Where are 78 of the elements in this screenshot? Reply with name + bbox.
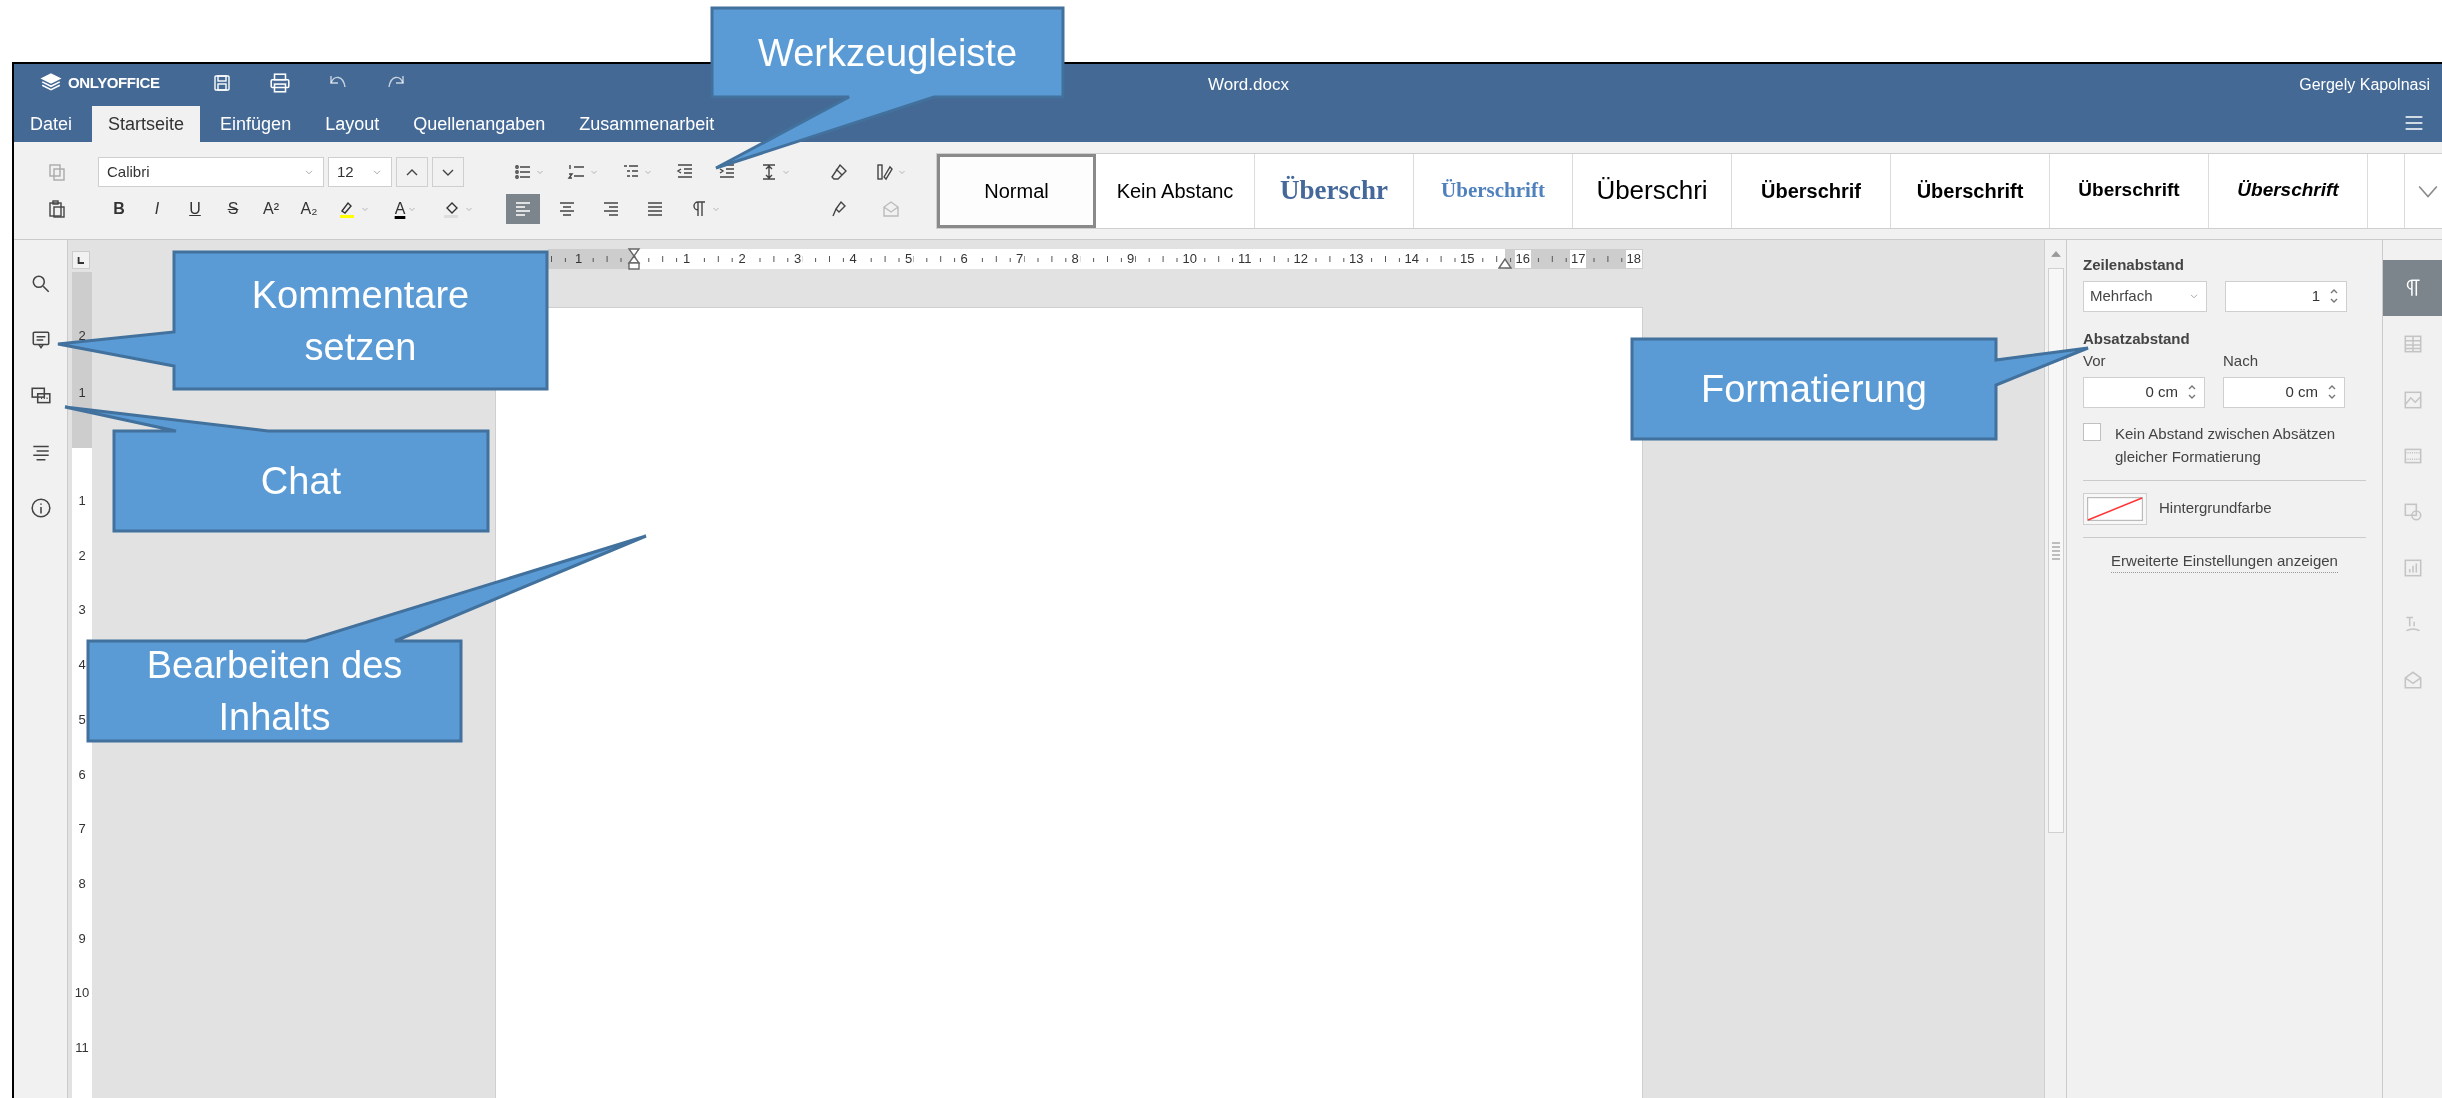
menu-tab[interactable]: Quellenangaben xyxy=(399,106,560,142)
ruler-number: 1 xyxy=(77,385,87,401)
tab-stop-icon xyxy=(75,254,87,266)
scrollbar-thumb[interactable] xyxy=(2047,268,2064,833)
font-size-field[interactable]: 12 xyxy=(328,157,392,187)
ruler-number: 4 xyxy=(77,657,87,674)
ruler-number: 7 xyxy=(77,821,87,838)
justify-icon xyxy=(645,199,665,219)
format-button[interactable]: I xyxy=(140,194,174,224)
format-button[interactable]: U xyxy=(178,194,212,224)
align-center-icon xyxy=(557,199,577,219)
save-icon xyxy=(211,73,232,93)
ruler-number: 2 xyxy=(77,547,87,564)
align-left-icon xyxy=(513,199,533,219)
ruler-number: 2 xyxy=(77,328,87,344)
callout-label: Bearbeiten des Inhalts xyxy=(145,643,404,740)
field-label: Vor xyxy=(2083,351,2107,371)
line-spacing-dropdown[interactable]: Mehrfach xyxy=(2083,280,2207,312)
grip-icon xyxy=(2050,540,2061,561)
paste-icon xyxy=(47,199,67,219)
advanced-settings-link[interactable]: Erweiterte Einstellungen anzeigen xyxy=(2111,549,2338,573)
menu-tab[interactable]: Einfügen xyxy=(206,106,306,142)
section-heading: Absatzabstand xyxy=(2083,328,2191,349)
align-right-icon xyxy=(601,199,621,219)
checkbox-label: Kein Abstand zwischen Absätzen gleicher Formatierung xyxy=(2115,423,2337,467)
menu-tab[interactable]: Layout xyxy=(311,106,394,142)
indent-marker-icon[interactable] xyxy=(1498,257,1512,269)
style-preset[interactable]: Normal xyxy=(937,153,1096,228)
callout-label: Chat xyxy=(260,459,342,504)
menu-tab[interactable]: Startseite xyxy=(92,106,201,142)
copy-icon xyxy=(47,162,67,182)
font-name-field[interactable]: Calibri xyxy=(98,157,324,187)
ruler-number: 16 xyxy=(1514,250,1531,268)
callout-label: Werkzeugleiste xyxy=(757,30,1018,76)
decrease-size-button[interactable] xyxy=(432,157,464,187)
info-icon xyxy=(29,497,52,519)
font-color-button[interactable]: A xyxy=(382,194,430,224)
increase-size-button[interactable] xyxy=(396,157,428,187)
no-color-swatch-icon xyxy=(2087,496,2143,521)
settings-tab[interactable] xyxy=(2383,260,2442,316)
align-button[interactable] xyxy=(506,194,540,224)
section-heading: Zeilenabstand xyxy=(2083,255,2185,275)
ruler-number: 3 xyxy=(77,602,87,619)
tab-stop-button[interactable] xyxy=(72,251,90,269)
eraser-icon xyxy=(829,162,849,182)
ruler-number: 8 xyxy=(77,875,87,892)
document-title: Word.docx xyxy=(1208,74,1289,96)
callout-label: Formatierung xyxy=(1701,367,1927,412)
print-icon xyxy=(268,72,291,94)
field-label: Nach xyxy=(2223,351,2260,371)
field-label: Hintergrundfarbe xyxy=(2159,498,2272,519)
callout-label: Kommentare setzen xyxy=(250,272,471,370)
spacing-before-field[interactable]: 0 cm xyxy=(2083,376,2205,408)
user-name: Gergely Kapolnasi xyxy=(2299,75,2430,95)
format-button[interactable]: A² xyxy=(254,194,288,224)
format-button[interactable]: B xyxy=(102,194,136,224)
ruler-number: 5 xyxy=(77,711,87,728)
menu-tab[interactable]: Zusammenarbeit xyxy=(565,106,729,142)
ruler-number: 6 xyxy=(77,766,87,783)
format-button[interactable]: A₂ xyxy=(292,194,326,224)
color-picker-button[interactable] xyxy=(2083,492,2147,525)
indent-marker-icon[interactable] xyxy=(627,247,641,271)
ruler-number: 18 xyxy=(1625,250,1642,268)
format-button[interactable]: S xyxy=(216,194,250,224)
numbered-list-icon xyxy=(567,162,587,182)
spacing-after-field[interactable]: 0 cm xyxy=(2223,376,2345,408)
ruler-number: 1 xyxy=(77,493,87,509)
logo-text: ONLYOFFICE xyxy=(68,72,160,93)
bulleted-list-icon xyxy=(513,162,533,182)
ruler-number: 17 xyxy=(1570,250,1587,268)
ruler-number: 11 xyxy=(74,1040,90,1056)
checkbox[interactable] xyxy=(2083,422,2101,441)
line-spacing-field[interactable]: 1 xyxy=(2225,280,2347,312)
ruler-number: 10 xyxy=(73,985,91,1002)
scroll-up-icon[interactable] xyxy=(2049,248,2062,260)
ruler-number: 9 xyxy=(77,930,87,947)
menu-tab[interactable]: Datei xyxy=(16,106,87,142)
envelope-icon xyxy=(881,199,901,219)
